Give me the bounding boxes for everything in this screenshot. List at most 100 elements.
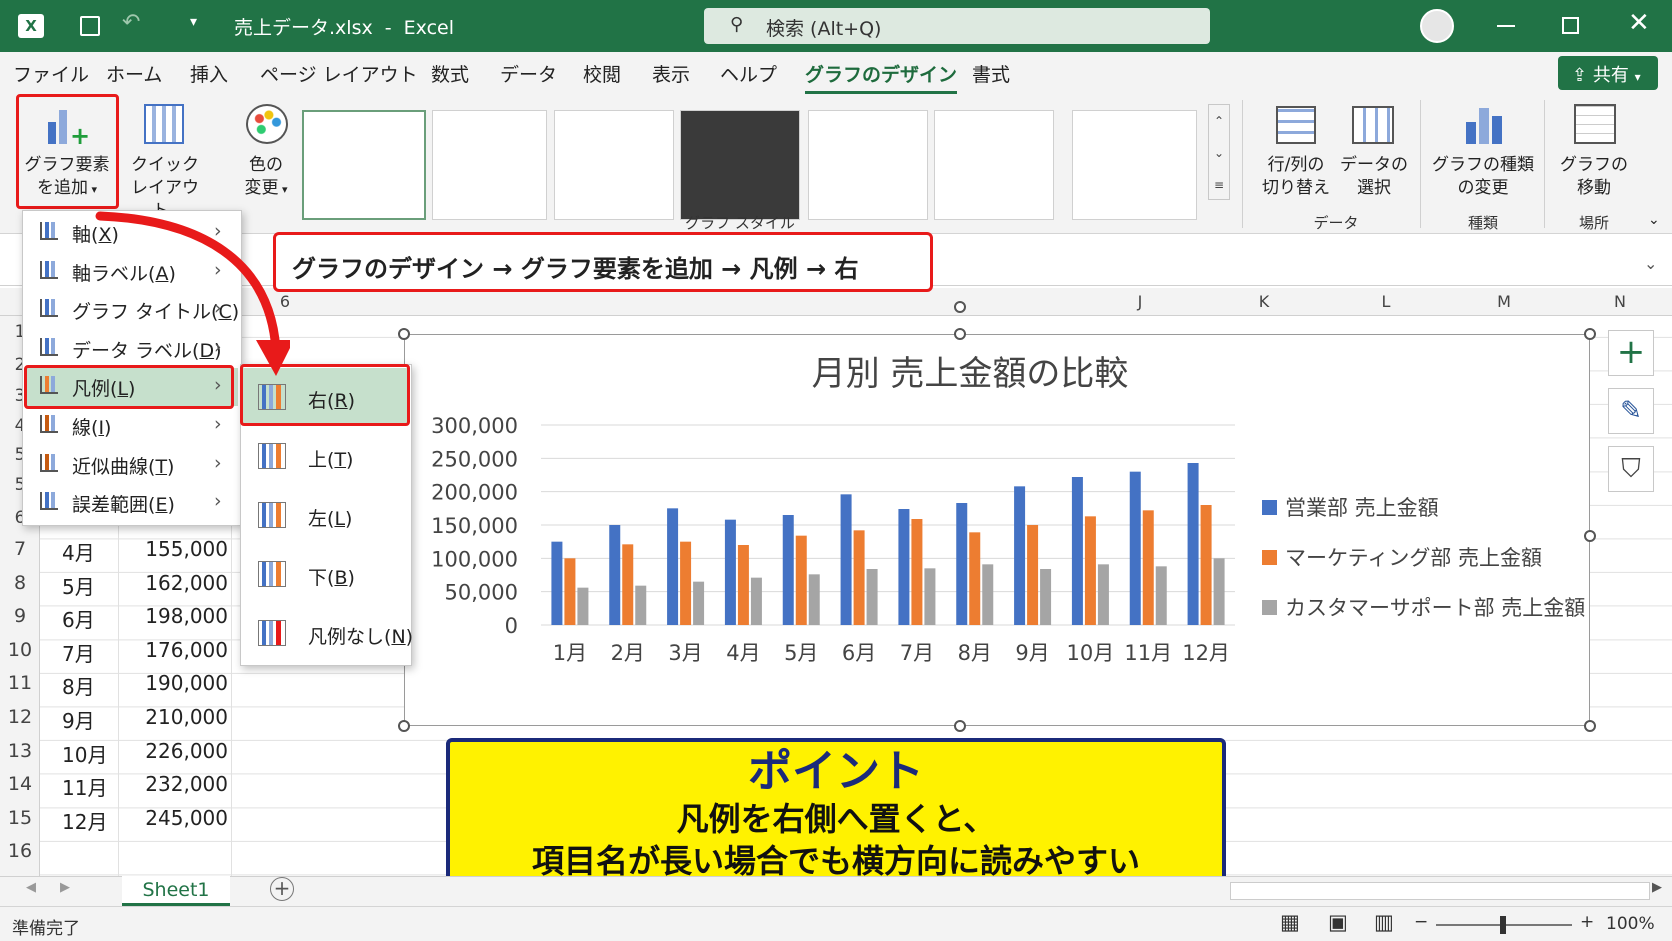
tab-home[interactable]: ホーム [106, 60, 162, 87]
month-cell[interactable]: 8月 [62, 671, 95, 700]
resize-handle[interactable] [1584, 720, 1596, 732]
row-number[interactable]: 13 [0, 740, 40, 762]
bar [737, 545, 749, 625]
page-break-view-icon[interactable]: ▥ [1374, 910, 1394, 934]
rotate-handle[interactable] [954, 301, 966, 313]
add-sheet-icon[interactable]: + [270, 877, 294, 901]
bar [956, 503, 968, 625]
month-cell[interactable]: 12月 [62, 806, 107, 835]
value-cell[interactable]: 155,000 [122, 537, 228, 561]
chart-style-2[interactable] [432, 110, 547, 220]
row-number[interactable]: 15 [0, 807, 40, 829]
share-button[interactable]: ⇪ 共有 ▾ [1558, 56, 1658, 90]
value-cell[interactable]: 190,000 [122, 671, 228, 695]
value-cell[interactable]: 176,000 [122, 638, 228, 662]
row-number[interactable]: 7 [0, 538, 40, 560]
row-number[interactable]: 10 [0, 639, 40, 661]
page-layout-view-icon[interactable]: ▣ [1328, 910, 1348, 934]
save-icon[interactable] [80, 16, 100, 36]
row-number[interactable]: 11 [0, 672, 40, 694]
column-header[interactable]: N [1580, 292, 1660, 311]
column-header[interactable]: K [1224, 292, 1304, 311]
chart-style-6[interactable] [934, 110, 1054, 220]
close-icon[interactable]: ✕ [1628, 8, 1650, 38]
chart-style-7[interactable] [1072, 110, 1197, 220]
location-group-label: 場所 [1578, 214, 1609, 232]
switch-row-column-button[interactable]: 行/列の 切り替え [1256, 96, 1336, 208]
chart-style-4[interactable] [680, 110, 800, 220]
account-avatar[interactable] [1420, 9, 1454, 43]
column-header[interactable]: M [1464, 292, 1544, 311]
row-number[interactable]: 14 [0, 773, 40, 795]
zoom-level[interactable]: 100% [1606, 914, 1655, 934]
tab-chart-design[interactable]: グラフのデザイン [805, 60, 958, 94]
sheet-scroll-left-icon[interactable]: ◀ [26, 880, 36, 895]
resize-handle[interactable] [1584, 530, 1596, 542]
legend-option-label: 下(B) [308, 567, 355, 589]
zoom-in-icon[interactable]: + [1580, 912, 1594, 932]
tab-insert[interactable]: 挿入 [190, 60, 228, 87]
tab-view[interactable]: 表示 [652, 60, 690, 87]
minimize-icon[interactable] [1497, 25, 1515, 27]
change-chart-type-button[interactable]: グラフの種類 の変更 [1424, 96, 1542, 208]
chart-styles-brush-icon[interactable]: ✎ [1608, 388, 1654, 434]
undo-icon[interactable]: ↶ [122, 10, 140, 35]
resize-handle[interactable] [398, 328, 410, 340]
tab-help[interactable]: ヘルプ [720, 60, 777, 87]
column-header[interactable]: L [1346, 292, 1426, 311]
maximize-icon[interactable] [1562, 17, 1579, 34]
search-box[interactable]: ⚲ 検索 (Alt+Q) [704, 8, 1210, 44]
chart-style-5[interactable] [808, 110, 928, 220]
value-cell[interactable]: 245,000 [122, 806, 228, 830]
value-cell[interactable]: 210,000 [122, 705, 228, 729]
zoom-out-icon[interactable]: − [1414, 912, 1428, 932]
select-data-button[interactable]: データの 選択 [1334, 96, 1414, 208]
chart-style-1[interactable] [302, 110, 426, 220]
row-number[interactable]: 16 [0, 840, 40, 862]
row-number[interactable]: 9 [0, 605, 40, 627]
tab-review[interactable]: 校閲 [583, 60, 621, 87]
resize-handle[interactable] [398, 720, 410, 732]
value-cell[interactable]: 162,000 [122, 571, 228, 595]
row-number[interactable]: 12 [0, 706, 40, 728]
sheet-scroll-right-icon[interactable]: ▶ [60, 880, 70, 895]
month-cell[interactable]: 11月 [62, 772, 107, 801]
month-cell[interactable]: 7月 [62, 638, 95, 667]
value-cell[interactable]: 198,000 [122, 604, 228, 628]
chart-elements-plus-icon[interactable]: + [1608, 330, 1654, 376]
value-cell[interactable]: 226,000 [122, 739, 228, 763]
move-chart-button[interactable]: グラフの 移動 [1548, 96, 1640, 208]
month-cell[interactable]: 4月 [62, 537, 95, 566]
bar [982, 564, 994, 625]
month-cell[interactable]: 9月 [62, 705, 95, 734]
resize-handle[interactable] [954, 720, 966, 732]
sheet-tab[interactable]: Sheet1 [122, 876, 230, 906]
month-cell[interactable]: 10月 [62, 739, 107, 768]
change-colors-button[interactable]: 色の 変更 ▾ [224, 96, 308, 208]
collapse-ribbon-icon[interactable]: ⌄ [1648, 212, 1660, 228]
chart-area[interactable]: 月別 売上金額の比較 300,000 250,000 200,000 150,000 10… [404, 334, 1590, 726]
month-cell[interactable]: 5月 [62, 571, 95, 600]
tab-data[interactable]: データ [500, 60, 557, 87]
month-cell[interactable]: 6月 [62, 604, 95, 633]
row-number[interactable]: 8 [0, 572, 40, 594]
scroll-right-icon[interactable]: ▶ [1652, 880, 1662, 895]
tab-file[interactable]: ファイル [13, 60, 89, 87]
horizontal-scrollbar[interactable] [1230, 882, 1650, 900]
resize-handle[interactable] [954, 328, 966, 340]
gallery-scroll[interactable]: ⌃ ⌄ ≡ [1208, 104, 1230, 200]
qat-dropdown-icon[interactable]: ▾ [190, 14, 197, 30]
bar [911, 519, 923, 625]
normal-view-icon[interactable]: ▦ [1280, 910, 1300, 934]
quick-layout-button[interactable]: クイックレイアウト ▾ [124, 96, 206, 221]
tab-formulas[interactable]: 数式 [431, 60, 469, 87]
tab-format[interactable]: 書式 [972, 60, 1010, 87]
value-cell[interactable]: 232,000 [122, 772, 228, 796]
tab-page-layout[interactable]: ページ レイアウト [260, 60, 418, 87]
chart-filter-icon[interactable]: ⛉ [1608, 446, 1654, 492]
chart-style-3[interactable] [554, 110, 674, 220]
resize-handle[interactable] [1584, 328, 1596, 340]
zoom-slider-thumb[interactable] [1500, 916, 1506, 934]
column-header[interactable]: J [1100, 292, 1180, 311]
expand-formula-icon[interactable]: ⌄ [1644, 254, 1657, 273]
